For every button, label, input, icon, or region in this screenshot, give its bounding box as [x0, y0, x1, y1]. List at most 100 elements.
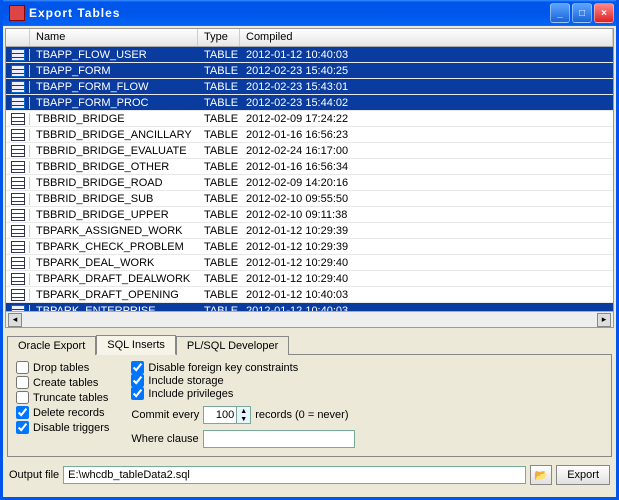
row-name: TBBRID_BRIDGE_SUB [30, 192, 198, 206]
option-label: Include privileges [148, 388, 233, 400]
row-type: TABLE [198, 256, 240, 270]
row-name: TBPARK_ENTERPRISE [30, 304, 198, 312]
table-row[interactable]: TBPARK_CHECK_PROBLEMTABLE2012-01-12 10:2… [6, 239, 613, 255]
table-icon [6, 289, 30, 301]
table-row[interactable]: TBAPP_FORM_PROCTABLE2012-02-23 15:44:02 [6, 95, 613, 111]
table-row[interactable]: TBBRID_BRIDGE_SUBTABLE2012-02-10 09:55:5… [6, 191, 613, 207]
table-row[interactable]: TBBRID_BRIDGE_EVALUATETABLE2012-02-24 16… [6, 143, 613, 159]
option-label: Delete records [33, 407, 105, 419]
row-type: TABLE [198, 80, 240, 94]
option-disable-triggers[interactable]: Disable triggers [16, 421, 109, 434]
horizontal-scrollbar[interactable]: ◂ ▸ [6, 311, 613, 327]
row-type: TABLE [198, 288, 240, 302]
option-label: Create tables [33, 377, 98, 389]
option-include-storage[interactable]: Include storage [131, 374, 354, 387]
row-compiled: 2012-01-12 10:29:39 [240, 224, 613, 238]
table-icon [6, 97, 30, 109]
col-type[interactable]: Type [198, 29, 240, 46]
checkbox-truncate-tables[interactable] [16, 391, 29, 404]
option-label: Drop tables [33, 362, 89, 374]
table-row[interactable]: TBAPP_FORMTABLE2012-02-23 15:40:25 [6, 63, 613, 79]
row-compiled: 2012-01-12 10:29:40 [240, 256, 613, 270]
maximize-button[interactable]: □ [572, 3, 592, 23]
table-icon [6, 241, 30, 253]
option-truncate-tables[interactable]: Truncate tables [16, 391, 109, 404]
table-row[interactable]: TBPARK_ASSIGNED_WORKTABLE2012-01-12 10:2… [6, 223, 613, 239]
commit-every-spinner[interactable]: ▲ ▼ [203, 406, 251, 424]
row-name: TBBRID_BRIDGE_OTHER [30, 160, 198, 174]
option-include-privileges[interactable]: Include privileges [131, 387, 354, 400]
output-file-input[interactable] [63, 466, 526, 484]
row-name: TBBRID_BRIDGE_EVALUATE [30, 144, 198, 158]
row-compiled: 2012-02-24 16:17:00 [240, 144, 613, 158]
row-type: TABLE [198, 128, 240, 142]
row-compiled: 2012-01-12 10:40:03 [240, 48, 613, 62]
row-compiled: 2012-01-16 16:56:34 [240, 160, 613, 174]
row-compiled: 2012-02-23 15:40:25 [240, 64, 613, 78]
titlebar[interactable]: Export Tables _ □ × [3, 0, 616, 26]
row-compiled: 2012-02-23 15:44:02 [240, 96, 613, 110]
option-delete-records[interactable]: Delete records [16, 406, 109, 419]
row-compiled: 2012-02-23 15:43:01 [240, 80, 613, 94]
col-compiled[interactable]: Compiled [240, 29, 613, 46]
table-icon [6, 225, 30, 237]
commit-every-input[interactable] [204, 407, 236, 423]
spin-down-icon[interactable]: ▼ [236, 415, 250, 423]
export-tables-window: Export Tables _ □ × Name Type Compiled T… [0, 0, 619, 500]
row-compiled: 2012-02-10 09:55:50 [240, 192, 613, 206]
option-create-tables[interactable]: Create tables [16, 376, 109, 389]
where-clause-input[interactable] [203, 430, 355, 448]
checkbox-delete-records[interactable] [16, 406, 29, 419]
row-name: TBBRID_BRIDGE_UPPER [30, 208, 198, 222]
row-type: TABLE [198, 96, 240, 110]
checkbox-create-tables[interactable] [16, 376, 29, 389]
option-label: Disable foreign key constraints [148, 362, 298, 374]
col-icon[interactable] [6, 29, 30, 46]
checkbox-disable-triggers[interactable] [16, 421, 29, 434]
row-type: TABLE [198, 192, 240, 206]
row-type: TABLE [198, 272, 240, 286]
checkbox-include-storage[interactable] [131, 374, 144, 387]
table-icon [6, 193, 30, 205]
table-row[interactable]: TBPARK_ENTERPRISETABLE2012-01-12 10:40:0… [6, 303, 613, 311]
table-row[interactable]: TBBRID_BRIDGE_OTHERTABLE2012-01-16 16:56… [6, 159, 613, 175]
table-icon [6, 129, 30, 141]
row-name: TBPARK_DRAFT_OPENING [30, 288, 198, 302]
scroll-right-icon[interactable]: ▸ [597, 313, 611, 327]
folder-open-icon: 📂 [534, 469, 548, 482]
table-row[interactable]: TBAPP_FLOW_USERTABLE2012-01-12 10:40:03 [6, 47, 613, 63]
row-type: TABLE [198, 64, 240, 78]
spin-up-icon[interactable]: ▲ [236, 407, 250, 415]
row-type: TABLE [198, 160, 240, 174]
table-row[interactable]: TBPARK_DRAFT_OPENINGTABLE2012-01-12 10:4… [6, 287, 613, 303]
table-row[interactable]: TBBRID_BRIDGE_ANCILLARYTABLE2012-01-16 1… [6, 127, 613, 143]
grid-body[interactable]: TBAPP_FLOW_USERTABLE2012-01-12 10:40:03T… [6, 47, 613, 311]
table-icon [6, 65, 30, 77]
checkbox-drop-tables[interactable] [16, 361, 29, 374]
scroll-left-icon[interactable]: ◂ [8, 313, 22, 327]
tab-sql-inserts[interactable]: SQL Inserts [96, 335, 176, 355]
option-drop-tables[interactable]: Drop tables [16, 361, 109, 374]
table-row[interactable]: TBBRID_BRIDGETABLE2012-02-09 17:24:22 [6, 111, 613, 127]
table-row[interactable]: TBPARK_DEAL_WORKTABLE2012-01-12 10:29:40 [6, 255, 613, 271]
row-name: TBPARK_CHECK_PROBLEM [30, 240, 198, 254]
checkbox-disable-fk[interactable] [131, 361, 144, 374]
row-name: TBAPP_FLOW_USER [30, 48, 198, 62]
table-row[interactable]: TBAPP_FORM_FLOWTABLE2012-02-23 15:43:01 [6, 79, 613, 95]
browse-button[interactable]: 📂 [530, 465, 552, 485]
minimize-button[interactable]: _ [550, 3, 570, 23]
option-disable-fk[interactable]: Disable foreign key constraints [131, 361, 354, 374]
table-row[interactable]: TBPARK_DRAFT_DEALWORKTABLE2012-01-12 10:… [6, 271, 613, 287]
tab-plsql-developer[interactable]: PL/SQL Developer [176, 336, 289, 355]
close-button[interactable]: × [594, 3, 614, 23]
checkbox-include-privileges[interactable] [131, 387, 144, 400]
tab-oracle-export[interactable]: Oracle Export [7, 336, 96, 355]
row-name: TBAPP_FORM [30, 64, 198, 78]
table-row[interactable]: TBBRID_BRIDGE_UPPERTABLE2012-02-10 09:11… [6, 207, 613, 223]
row-type: TABLE [198, 304, 240, 312]
row-type: TABLE [198, 176, 240, 190]
output-file-label: Output file [9, 469, 59, 481]
col-name[interactable]: Name [30, 29, 198, 46]
table-row[interactable]: TBBRID_BRIDGE_ROADTABLE2012-02-09 14:20:… [6, 175, 613, 191]
export-button[interactable]: Export [556, 465, 610, 485]
